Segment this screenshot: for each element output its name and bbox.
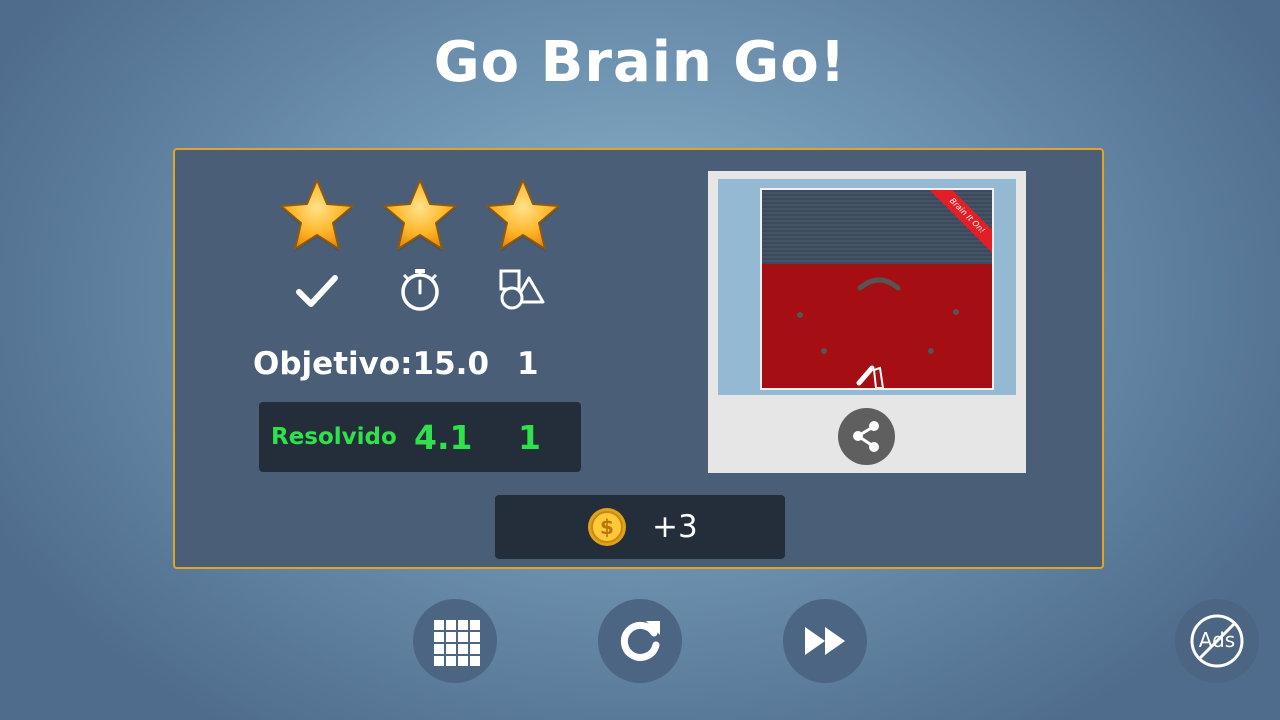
reward-amount: +3 xyxy=(652,509,698,545)
shapes-star-icon xyxy=(486,179,560,251)
share-button[interactable] xyxy=(838,408,895,465)
remove-ads-button[interactable]: Ads xyxy=(1175,599,1259,683)
level-menu-button[interactable] xyxy=(413,599,497,683)
completion-star-icon xyxy=(280,179,354,251)
share-icon xyxy=(853,421,879,452)
time-star-icon xyxy=(383,179,457,251)
result-label: Resolvido xyxy=(271,424,397,450)
reward-box: $ +3 xyxy=(495,495,785,559)
coin-icon: $ xyxy=(588,508,626,546)
game-scene xyxy=(797,277,959,388)
result-count: 1 xyxy=(518,418,541,457)
fast-forward-icon xyxy=(805,627,845,655)
objective-label: Objetivo:15.0 xyxy=(253,346,490,382)
restart-icon xyxy=(620,621,660,661)
restart-button[interactable] xyxy=(598,599,682,683)
screenshot-backdrop: Brain It On! xyxy=(718,179,1016,395)
solution-screenshot-card: Brain It On! xyxy=(708,171,1026,473)
grid-icon xyxy=(434,620,480,666)
remove-ads-label: Ads xyxy=(1198,628,1236,652)
objective-count: 1 xyxy=(517,346,539,382)
game-title: Go Brain Go! xyxy=(433,30,847,95)
result-time: 4.1 xyxy=(414,418,473,457)
checkmark-icon xyxy=(296,275,338,307)
svg-text:$: $ xyxy=(600,515,614,539)
shapes-icon xyxy=(499,269,545,310)
result-box: Resolvido 4.1 1 xyxy=(259,402,581,472)
solution-screenshot[interactable]: Brain It On! xyxy=(760,188,994,390)
stopwatch-icon xyxy=(401,269,439,311)
next-level-button[interactable] xyxy=(783,599,867,683)
